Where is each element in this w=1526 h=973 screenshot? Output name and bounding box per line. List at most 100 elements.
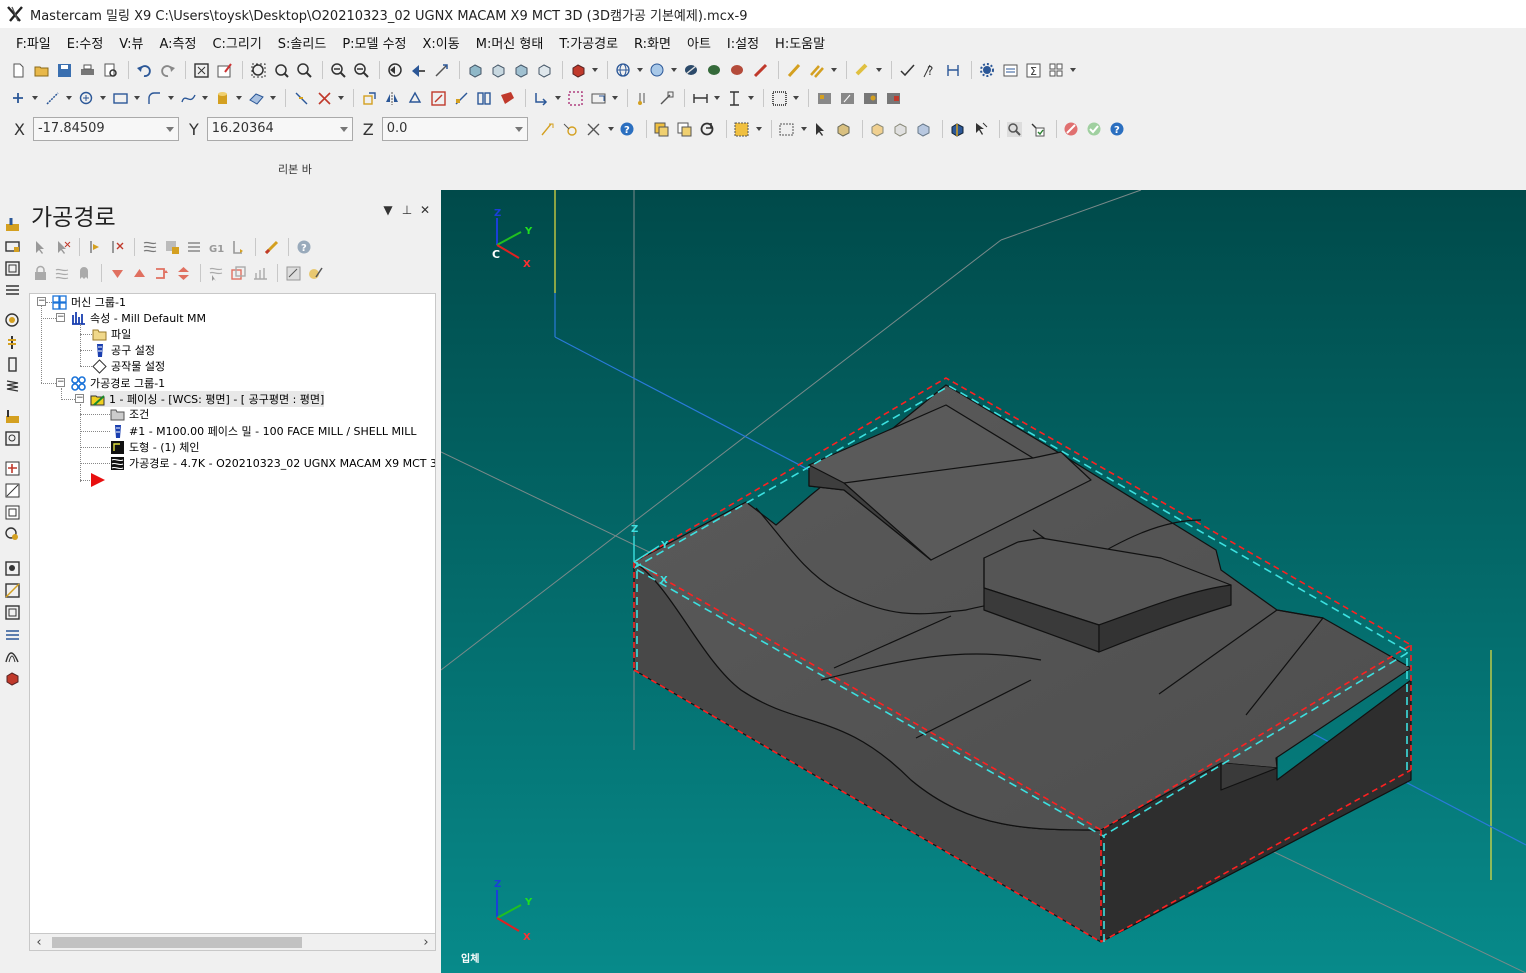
simulate-icon[interactable] — [860, 88, 880, 108]
highlighter-icon[interactable] — [852, 60, 872, 80]
view-toolpath-icon[interactable] — [283, 263, 303, 283]
toolpath-pencil-icon[interactable] — [4, 526, 21, 543]
zoom-target-icon[interactable] — [271, 60, 291, 80]
tree-tool[interactable]: #1 - M100.00 페이스 밀 - 100 FACE MILL / SHE… — [110, 423, 417, 439]
lock-icon[interactable] — [30, 263, 50, 283]
select-stock-icon[interactable] — [228, 263, 248, 283]
tree-machine-group[interactable]: 머신 그룹-1 — [52, 294, 126, 310]
horizontal-dimension-icon[interactable] — [690, 88, 710, 108]
toolpath-waterline-icon[interactable] — [4, 582, 21, 599]
window-select-dropdown[interactable] — [800, 119, 808, 139]
menu-toolpaths[interactable]: T:가공경로 — [551, 31, 626, 54]
toolpath-tap-icon[interactable] — [4, 334, 21, 351]
spline-dropdown[interactable] — [201, 88, 209, 108]
tree-parameters[interactable]: 조건 — [110, 406, 149, 422]
isometric-view-icon[interactable] — [534, 60, 554, 80]
selection-help-icon[interactable]: ? — [1108, 119, 1128, 139]
circle-icon[interactable] — [76, 88, 96, 108]
autocursor-override-icon[interactable] — [584, 119, 604, 139]
select-toolpath-icon[interactable] — [250, 263, 270, 283]
selection-mask-icon[interactable] — [732, 119, 752, 139]
toolpath-stock-model-icon[interactable] — [4, 670, 21, 687]
select-only-icon[interactable] — [675, 119, 695, 139]
scroll-right-arrow-icon[interactable]: › — [417, 934, 435, 950]
zoom-window-icon[interactable] — [248, 60, 268, 80]
top-view-icon[interactable] — [465, 60, 485, 80]
toolpath-mill-icon[interactable] — [4, 216, 21, 233]
chevron-down-icon[interactable] — [514, 127, 523, 132]
vertical-dimension-dropdown[interactable] — [747, 88, 755, 108]
select-all-icon[interactable] — [652, 119, 672, 139]
customize-dropdown[interactable] — [1069, 60, 1077, 80]
mirror-icon[interactable] — [382, 88, 402, 108]
project-icon[interactable] — [497, 88, 517, 108]
analyze-entity-icon[interactable]: ? — [920, 60, 940, 80]
dimension-icon[interactable] — [943, 60, 963, 80]
toggle-posting-icon[interactable] — [74, 263, 94, 283]
repaint-icon[interactable] — [214, 60, 234, 80]
regenerate-all-icon[interactable] — [85, 237, 105, 257]
menu-view[interactable]: V:뷰 — [111, 31, 151, 54]
scroll-to-insert-icon[interactable] — [173, 263, 193, 283]
post-g1-icon[interactable]: G1 — [206, 237, 226, 257]
move-up-icon[interactable] — [129, 263, 149, 283]
primitive-dropdown[interactable] — [235, 88, 243, 108]
wireframe-dropdown[interactable] — [636, 60, 644, 80]
surface-icon[interactable] — [246, 88, 266, 108]
toolpath-pocket-icon[interactable] — [4, 260, 21, 277]
rotate-entity-icon[interactable] — [405, 88, 425, 108]
toolpath-hybrid-icon[interactable] — [4, 560, 21, 577]
offset-icon[interactable] — [451, 88, 471, 108]
backplot-icon[interactable] — [837, 88, 857, 108]
sigma-icon[interactable]: Σ — [1023, 60, 1043, 80]
spline-icon[interactable] — [178, 88, 198, 108]
statistics-icon[interactable] — [1000, 60, 1020, 80]
sphere-icon[interactable] — [647, 60, 667, 80]
pencil-dropdown[interactable] — [830, 60, 838, 80]
y-coordinate-field[interactable]: 16.20364 — [206, 117, 353, 141]
unzoom-icon[interactable] — [328, 60, 348, 80]
scale-icon[interactable] — [428, 88, 448, 108]
pencil-icon[interactable] — [784, 60, 804, 80]
select-dirty-operations-icon[interactable] — [52, 237, 72, 257]
array-icon[interactable] — [474, 88, 494, 108]
line-icon[interactable] — [42, 88, 62, 108]
previous-view-icon[interactable] — [408, 60, 428, 80]
menu-analyze[interactable]: A:측정 — [151, 31, 204, 54]
tree-stock-setup[interactable]: 공작물 설정 — [92, 358, 165, 374]
horizontal-dimension-dropdown[interactable] — [713, 88, 721, 108]
leader-icon[interactable] — [656, 88, 676, 108]
toolpath-raster-icon[interactable] — [4, 482, 21, 499]
zoom-selected-icon[interactable] — [294, 60, 314, 80]
note-icon[interactable] — [633, 88, 653, 108]
tree-toolpath[interactable]: 가공경로 - 4.7K - O20210323_02 UGNX MACAM X9… — [110, 455, 435, 471]
toolpath-face-icon[interactable] — [4, 282, 21, 299]
menu-solids[interactable]: S:솔리드 — [270, 31, 335, 54]
shaded-edges-icon[interactable] — [704, 60, 724, 80]
toolpath-flowline-icon[interactable] — [4, 626, 21, 643]
pointer-icon[interactable] — [811, 119, 831, 139]
window-select-icon[interactable] — [777, 119, 797, 139]
fast-point-icon[interactable] — [538, 119, 558, 139]
panel-menu-icon[interactable]: ▼ — [381, 203, 395, 217]
toolpath-surface-rough-icon[interactable] — [4, 408, 21, 425]
highfeed-icon[interactable] — [228, 237, 248, 257]
select-graphics-icon[interactable] — [206, 263, 226, 283]
backside-icon[interactable] — [750, 60, 770, 80]
line-dropdown[interactable] — [65, 88, 73, 108]
wireframe-globe-icon[interactable] — [613, 60, 633, 80]
loop-selection-icon[interactable] — [948, 119, 968, 139]
tree-geometry[interactable]: 도형 - (1) 체인 — [110, 439, 200, 455]
post-icon[interactable] — [883, 88, 903, 108]
analyze-icon[interactable] — [897, 60, 917, 80]
hatch-icon[interactable] — [588, 88, 608, 108]
select-last-icon[interactable] — [1028, 119, 1048, 139]
tree-files[interactable]: 파일 — [92, 326, 131, 342]
delete-operations-icon[interactable] — [261, 237, 281, 257]
chevron-down-icon[interactable] — [339, 127, 348, 132]
menu-file[interactable]: F:파일 — [8, 31, 59, 54]
new-file-icon[interactable] — [8, 60, 28, 80]
grid-dots-icon[interactable] — [565, 88, 585, 108]
selection-mask-dropdown[interactable] — [755, 119, 763, 139]
x-coordinate-field[interactable]: -17.84509 — [32, 117, 179, 141]
